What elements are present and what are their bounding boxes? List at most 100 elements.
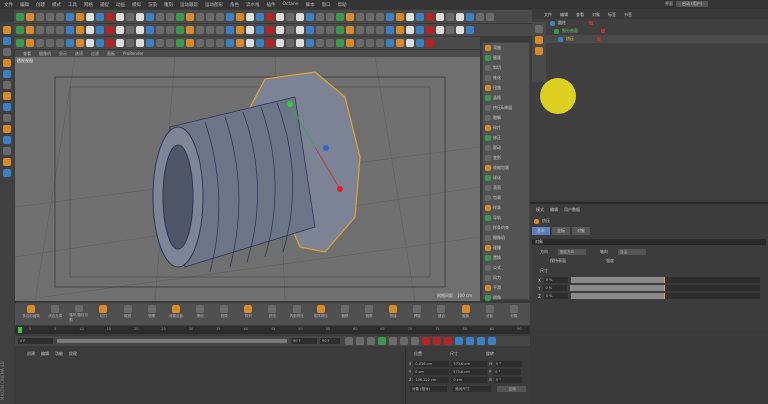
tool-icon[interactable] (266, 39, 274, 47)
tool-icon[interactable] (76, 12, 84, 21)
sphere-material-icon[interactable] (535, 36, 543, 44)
deformer-item[interactable]: 球化 (483, 173, 529, 183)
modeling-tool-button[interactable]: 内部挤压 (287, 305, 307, 323)
move-key-icon[interactable] (455, 337, 463, 345)
object-manager-tab[interactable]: 标签 (608, 12, 616, 18)
modeling-tool-button[interactable]: 设置点值 (166, 305, 186, 323)
start-frame-field[interactable]: 0 F (18, 338, 53, 344)
tool-icon[interactable] (156, 12, 164, 21)
modeling-tool-button[interactable]: 缝合 (431, 305, 451, 323)
slider-value-field[interactable]: 0 % (543, 285, 568, 291)
object-manager-tab[interactable]: 查看 (576, 12, 584, 18)
visibility-dot[interactable] (601, 29, 605, 33)
size-field[interactable]: 0 cm (451, 377, 488, 383)
tool-icon[interactable] (136, 12, 144, 21)
tool-icon[interactable] (216, 39, 224, 47)
tool-icon[interactable] (66, 12, 74, 21)
tool-icon[interactable] (276, 26, 284, 34)
viewport-menu-item[interactable]: ProRender (123, 51, 144, 56)
end-frame-field[interactable]: 90 F (291, 338, 317, 344)
mode-icon[interactable] (3, 158, 11, 166)
tool-icon[interactable] (346, 26, 354, 34)
tool-icon[interactable] (56, 12, 64, 21)
tool-icon[interactable] (16, 26, 24, 34)
size-field[interactable]: 573.6 cm (451, 369, 488, 375)
modeling-tool-button[interactable]: 挤压 (262, 305, 282, 323)
attribute-subtab[interactable]: 坐标 (552, 227, 570, 235)
attribute-tab[interactable]: 模式 (536, 207, 544, 213)
deformer-item[interactable]: 摄像机 (483, 233, 529, 243)
tool-icon[interactable] (136, 39, 144, 47)
tool-icon[interactable] (406, 12, 414, 21)
tool-icon[interactable] (316, 26, 324, 34)
tool-icon[interactable] (386, 26, 394, 34)
tool-icon[interactable] (406, 39, 414, 47)
deformer-item[interactable]: 倒角 (483, 293, 529, 303)
play-icon[interactable] (378, 337, 386, 345)
tool-icon[interactable] (416, 26, 424, 34)
object-manager-tab[interactable]: 编辑 (560, 12, 568, 18)
deformer-item[interactable]: 颤动 (483, 143, 529, 153)
tool-icon[interactable] (96, 26, 104, 34)
tool-icon[interactable] (276, 12, 284, 21)
tool-icon[interactable] (206, 12, 214, 21)
modeling-tool-button[interactable]: 镜像 (142, 305, 162, 323)
object-manager-tab[interactable]: 书签 (624, 12, 632, 18)
menu-item[interactable]: 模拟 (132, 2, 141, 8)
tool-icon[interactable] (26, 39, 34, 47)
go-start-icon[interactable] (345, 337, 353, 345)
tool-icon[interactable] (286, 12, 294, 21)
attribute-tab[interactable]: 用户数据 (564, 207, 580, 213)
material-menu-item[interactable]: 功能 (55, 351, 63, 357)
tool-icon[interactable] (226, 39, 234, 47)
tool-icon[interactable] (376, 26, 384, 34)
material-menu-item[interactable]: 编辑 (41, 351, 49, 357)
deformer-item[interactable]: 表面 (483, 183, 529, 193)
attribute-subtab[interactable]: 基本 (532, 227, 550, 235)
tool-icon[interactable] (316, 12, 324, 21)
tool-icon[interactable] (46, 12, 54, 21)
tool-icon[interactable] (466, 26, 474, 34)
material-menu-item[interactable]: 创建 (27, 351, 35, 357)
tool-icon[interactable] (16, 39, 24, 47)
tool-icon[interactable] (116, 39, 124, 47)
menu-item[interactable]: 运动跟踪 (180, 2, 198, 8)
mode-icon[interactable] (3, 26, 11, 34)
tool-icon[interactable] (296, 39, 304, 47)
tool-icon[interactable] (436, 26, 444, 34)
deformer-item[interactable]: 公式 (483, 263, 529, 273)
tool-icon[interactable] (446, 26, 454, 34)
tool-icon[interactable] (416, 12, 424, 21)
tool-icon[interactable] (76, 26, 84, 34)
position-field[interactable]: 0 cm (413, 369, 450, 375)
mode-icon[interactable] (3, 92, 11, 100)
field-dropdown[interactable]: 固定方向 (558, 249, 586, 255)
attribute-checkbox[interactable]: 保持表面 (550, 258, 566, 264)
deformer-item[interactable]: 导轨 (483, 213, 529, 223)
prev-frame-icon[interactable] (367, 337, 375, 345)
timeline-ruler[interactable]: 0 5 10 15 20 25 30 35 40 45 50 55 60 65 70 75 80 85 90 (15, 326, 530, 334)
deformer-item[interactable]: 风力 (483, 273, 529, 283)
tool-icon[interactable] (426, 39, 434, 47)
tool-icon[interactable] (176, 39, 184, 47)
sphere-icon[interactable] (535, 25, 543, 33)
tool-icon[interactable] (436, 12, 444, 21)
mode-icon[interactable] (3, 114, 11, 122)
tool-icon[interactable] (266, 12, 274, 21)
field-dropdown[interactable]: 自由 (618, 249, 646, 255)
tool-icon[interactable] (346, 39, 354, 47)
menu-item[interactable]: 流水线 (246, 2, 260, 8)
tool-icon[interactable] (36, 26, 44, 34)
tool-icon[interactable] (366, 12, 374, 21)
slider-value-field[interactable]: 0 % (543, 277, 568, 283)
mode-icon[interactable] (3, 169, 11, 177)
playhead[interactable] (18, 327, 22, 333)
record-icon[interactable] (422, 337, 430, 345)
modeling-tool-button[interactable]: 矩阵挤压 (311, 305, 331, 323)
tool-icon[interactable] (126, 12, 134, 21)
tool-icon[interactable] (266, 26, 274, 34)
deformer-item[interactable]: 收缩包裹 (483, 163, 529, 173)
deformer-item[interactable]: 置换 (483, 253, 529, 263)
mode-icon[interactable] (3, 37, 11, 45)
object-row[interactable]: 圆柱 (532, 19, 768, 27)
